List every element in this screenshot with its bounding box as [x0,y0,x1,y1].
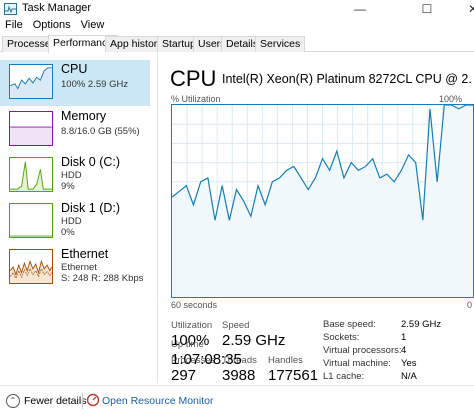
menu-view[interactable]: View [76,18,110,35]
sidebar-disk-0-type: HDD [61,170,82,181]
fewer-details-link[interactable]: Fewer details [24,395,86,407]
virtual-machine-label: Virtual machine: [323,358,391,369]
sidebar-ethernet-throughput: S: 248 R: 288 Kbps [61,273,144,284]
memory-thumbnail-graph [9,111,53,146]
sockets-value: 1 [401,332,407,343]
handles-value: 177561 [268,367,319,384]
sidebar-item-disk-0[interactable]: Disk 0 (C:) HDD 9% [0,153,150,199]
disk-1-thumbnail-graph [9,203,53,238]
sidebar-ethernet-title: Ethernet [61,247,109,261]
cpu-utilization-graph [171,104,474,298]
ethernet-thumbnail-graph [9,249,53,284]
sidebar-memory-title: Memory [61,109,107,123]
uptime-label: Up time [171,339,204,350]
speed-label: Speed [222,320,250,331]
sockets-label: Sockets: [323,332,360,343]
window-title: Task Manager [22,2,92,14]
sidebar-item-disk-1[interactable]: Disk 1 (D:) HDD 0% [0,199,150,245]
menu-options[interactable]: Options [28,18,76,35]
open-resource-monitor-link[interactable]: Open Resource Monitor [102,395,213,407]
menu-file[interactable]: File [0,18,28,35]
sidebar-disk-0-title: Disk 0 (C:) [61,155,121,169]
title-bar: Task Manager — ☐ ✕ [0,0,474,18]
l1-cache-label: L1 cache: [323,371,365,382]
sidebar-disk-1-title: Disk 1 (D:) [61,201,121,215]
sidebar-cpu-usage: 100% 2.59 GHz [61,79,129,90]
sidebar-disk-1-type: HDD [61,216,82,227]
graph-y-label: % Utilization [171,94,221,104]
tab-bar: Processes Performance App history Startu… [0,35,474,53]
sidebar-item-memory[interactable]: Memory 8.8/16.0 GB (55%) [0,107,150,153]
l1-cache-value: N/A [401,371,417,382]
base-speed-value: 2.59 GHz [401,319,442,330]
page-title: CPU [170,66,217,91]
footer-bar: ⌃ Fewer details Open Resource Monitor [0,385,474,420]
cpu-model-name: Intel(R) Xeon(R) Platinum 8272CL CPU @ 2… [222,72,472,86]
footer-divider [82,393,83,409]
sidebar-disk-1-usage: 0% [61,227,75,238]
sidebar-item-ethernet[interactable]: Ethernet Ethernet S: 248 R: 288 Kbps [0,245,150,291]
cpu-detail-panel: CPU Intel(R) Xeon(R) Platinum 8272CL CPU… [160,53,474,384]
sidebar-ethernet-name: Ethernet [61,262,97,273]
minimize-button[interactable]: — [337,0,383,18]
sidebar-disk-0-usage: 9% [61,181,75,192]
uptime-value: 1:07:08:35 [171,351,242,368]
tab-services[interactable]: Services [255,36,306,52]
resource-sidebar: CPU 100% 2.59 GHz Memory 8.8/16.0 GB (55… [0,53,158,383]
processes-value: 297 [171,367,197,384]
sidebar-memory-usage: 8.8/16.0 GB (55%) [61,126,140,137]
graph-time-span: 60 seconds [171,300,218,310]
close-button[interactable]: ✕ [450,0,474,18]
speed-value: 2.59 GHz [222,332,286,349]
virtual-processors-label: Virtual processors: [323,345,402,356]
base-speed-label: Base speed: [323,319,376,330]
virtual-machine-value: Yes [401,358,417,369]
maximize-button[interactable]: ☐ [404,0,450,18]
utilization-label: Utilization [171,320,213,331]
chevron-up-icon[interactable]: ⌃ [6,394,20,408]
threads-value: 3988 [222,367,256,384]
graph-y-min: 0 [467,300,473,310]
menu-bar: File Options View [0,18,474,35]
sidebar-cpu-title: CPU [61,62,88,76]
disk-0-thumbnail-graph [9,157,53,192]
handles-label: Handles [268,355,303,366]
sidebar-item-cpu[interactable]: CPU 100% 2.59 GHz [0,60,150,106]
cpu-thumbnail-graph [9,64,53,99]
task-manager-icon [4,3,17,15]
resource-monitor-icon[interactable] [86,393,100,407]
virtual-processors-value: 4 [401,345,407,356]
graph-y-max: 100% [439,94,463,104]
